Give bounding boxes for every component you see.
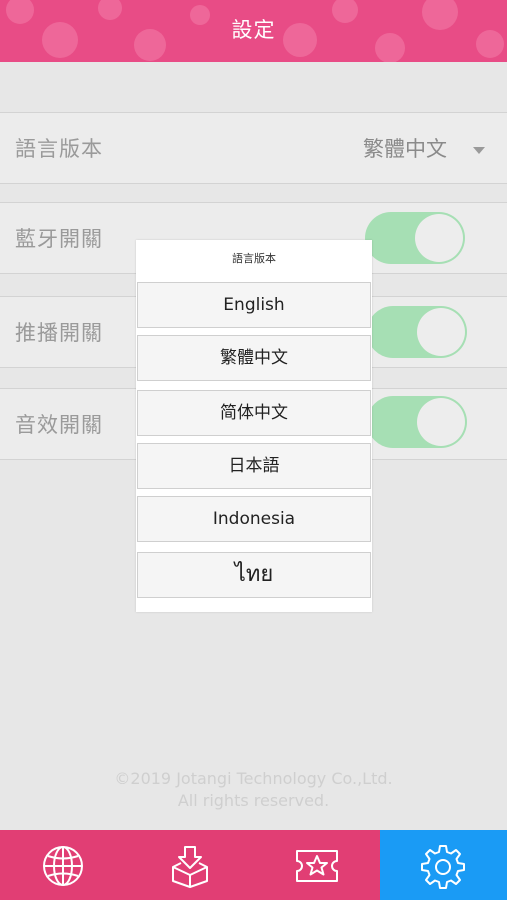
dialog-title: 語言版本 [232, 252, 276, 265]
language-option-japanese[interactable]: 日本語 [137, 443, 371, 489]
gear-icon [421, 845, 465, 889]
language-option-english[interactable]: English [137, 282, 371, 328]
tab-bar [0, 830, 507, 900]
star-ticket-icon [296, 850, 338, 882]
tab-favorites[interactable] [254, 830, 381, 900]
language-picker-dialog: 語言版本 English 繁體中文 简体中文 日本語 Indonesia ไทย [136, 240, 372, 612]
language-option-traditional-chinese[interactable]: 繁體中文 [137, 335, 371, 381]
globe-icon [43, 846, 83, 886]
download-box-icon [172, 846, 208, 888]
tab-settings[interactable] [380, 830, 507, 900]
language-option-indonesia[interactable]: Indonesia [137, 496, 371, 542]
tab-download[interactable] [127, 830, 254, 900]
language-option-simplified-chinese[interactable]: 简体中文 [137, 390, 371, 436]
language-option-thai[interactable]: ไทย [137, 552, 371, 598]
tab-language[interactable] [0, 830, 127, 900]
